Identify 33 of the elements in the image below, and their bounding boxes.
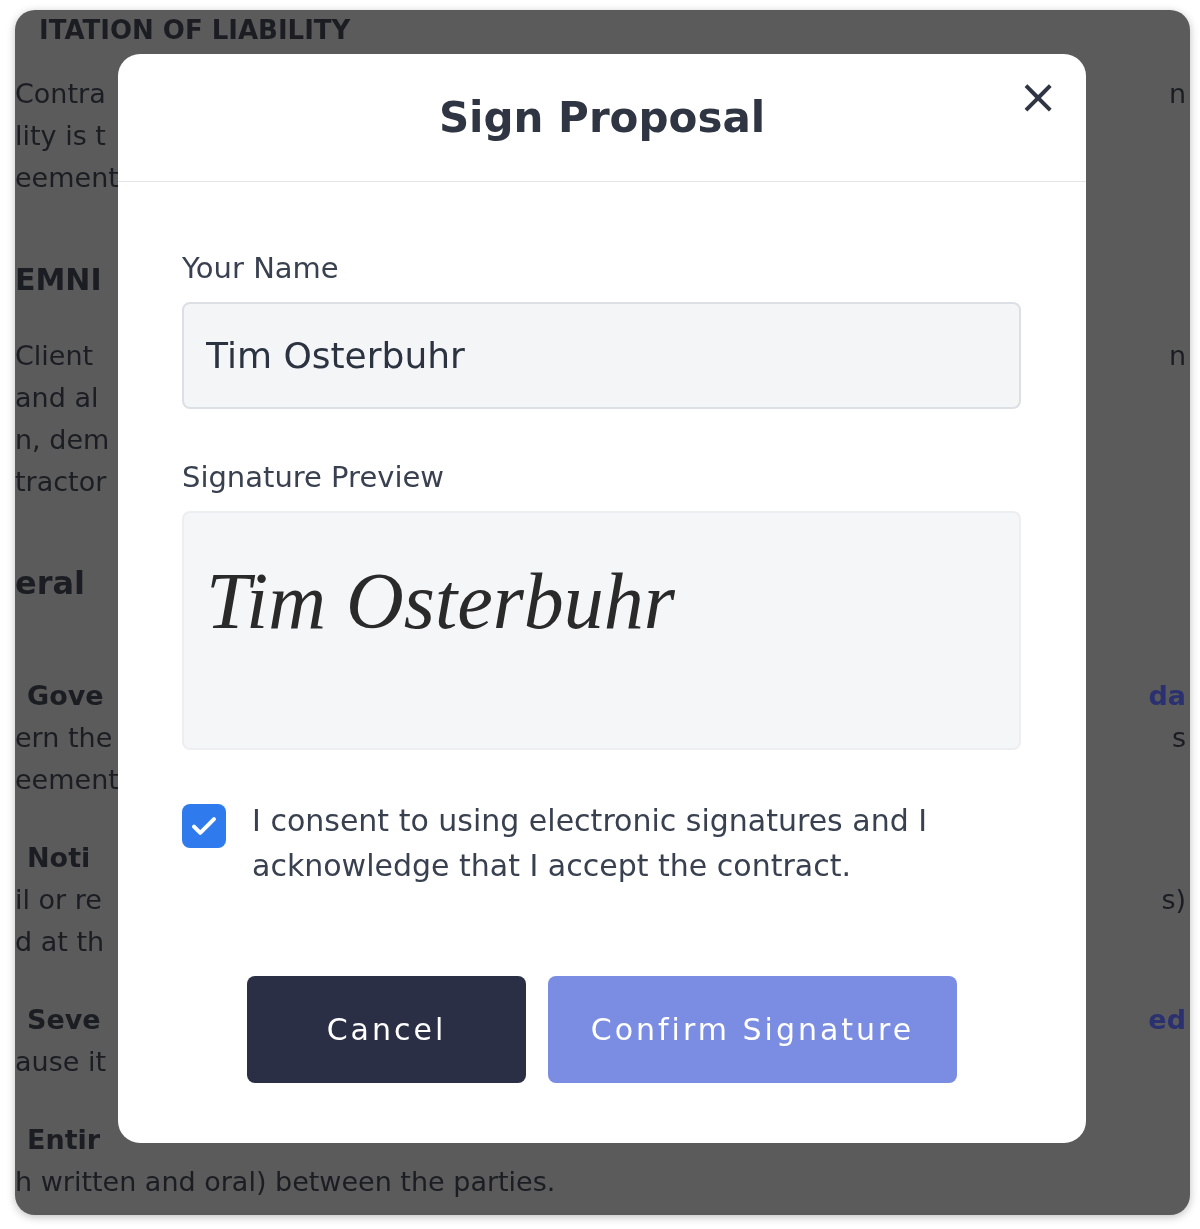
document-text: n, dem bbox=[15, 422, 110, 457]
document-text: Contra bbox=[15, 76, 106, 111]
document-text: tractor bbox=[15, 464, 107, 499]
document-text: Noti bbox=[26, 840, 91, 875]
document-text: n bbox=[1168, 76, 1187, 111]
document-text: h written and oral) between the parties. bbox=[15, 1164, 556, 1199]
document-text: and al bbox=[15, 380, 99, 415]
document-text: d at th bbox=[15, 924, 105, 959]
document-text: n bbox=[1168, 338, 1187, 373]
dialog-title: Sign Proposal bbox=[438, 92, 766, 144]
document-text: eement bbox=[15, 160, 119, 195]
document-text: il or re bbox=[15, 882, 102, 917]
consent-checkbox[interactable] bbox=[182, 804, 226, 848]
consent-text: I consent to using electronic signatures and I acknowledge that I accept the contract. bbox=[252, 802, 929, 885]
field-label: Your Name bbox=[182, 250, 340, 286]
document-text: EMNI bbox=[15, 260, 102, 299]
cancel-button[interactable]: Cancel bbox=[247, 976, 526, 1083]
document-text: Seve bbox=[26, 1002, 101, 1037]
name-field[interactable]: Tim Osterbuhr bbox=[182, 302, 1021, 409]
field-label: Signature Preview bbox=[182, 459, 445, 495]
document-text: s bbox=[1171, 720, 1187, 755]
document-text: ause it bbox=[15, 1044, 106, 1079]
document-text: eral bbox=[15, 563, 86, 604]
signature-text: Tim Osterbuhr bbox=[206, 557, 675, 645]
document-text: eement bbox=[15, 762, 119, 797]
document-text: Gove bbox=[26, 678, 104, 713]
document-heading: ITATION OF LIABILITY bbox=[39, 13, 351, 47]
document-text: s) bbox=[1161, 882, 1187, 917]
close-button[interactable]: × bbox=[1016, 74, 1060, 118]
document-text: Client bbox=[15, 338, 94, 373]
document-text: Entir bbox=[26, 1122, 101, 1157]
document-text: lity is t bbox=[15, 118, 106, 153]
document-text: ern the bbox=[15, 720, 113, 755]
